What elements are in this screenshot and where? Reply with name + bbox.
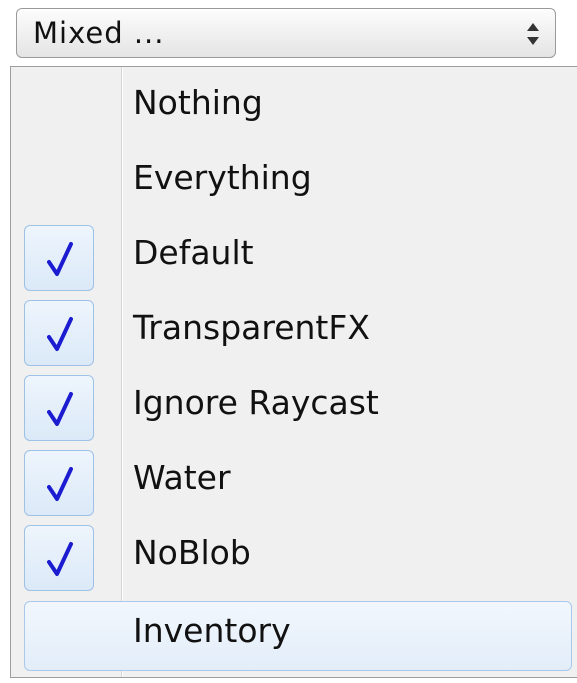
select-value: Mixed ... bbox=[33, 16, 165, 50]
menu-item-label: TransparentFX bbox=[133, 308, 370, 347]
menu-item-label: Inventory bbox=[133, 611, 291, 650]
layer-select[interactable]: Mixed ... bbox=[16, 8, 556, 58]
up-down-arrows-icon bbox=[527, 22, 539, 46]
menu-item-default[interactable]: Default bbox=[11, 223, 571, 291]
menu-item-transparentfx[interactable]: TransparentFX bbox=[11, 298, 571, 366]
checkmark-icon bbox=[47, 317, 73, 351]
checkmark-icon bbox=[47, 542, 73, 576]
checkmark-icon bbox=[47, 242, 73, 276]
menu-item-label: Nothing bbox=[133, 83, 263, 122]
checkmark-icon bbox=[47, 467, 73, 501]
menu-item-label: Everything bbox=[133, 158, 312, 197]
hover-highlight bbox=[24, 601, 572, 671]
menu-item-label: NoBlob bbox=[133, 533, 251, 572]
checkmark-box bbox=[24, 525, 94, 591]
checkmark-icon bbox=[47, 392, 73, 426]
menu-item-water[interactable]: Water bbox=[11, 448, 571, 516]
menu-item-everything[interactable]: Everything bbox=[11, 148, 571, 216]
menu-item-inventory[interactable]: Inventory bbox=[11, 601, 572, 671]
checkmark-box bbox=[24, 450, 94, 516]
menu-item-noblob[interactable]: NoBlob bbox=[11, 523, 571, 591]
checkmark-box bbox=[24, 225, 94, 291]
dropdown-menu: Nothing Everything Default TransparentFX bbox=[10, 66, 577, 678]
menu-item-label: Default bbox=[133, 233, 254, 272]
layer-mask-dropdown: Mixed ... Nothing Everything Default Tra… bbox=[0, 0, 577, 683]
menu-item-label: Ignore Raycast bbox=[133, 383, 379, 422]
checkmark-box bbox=[24, 375, 94, 441]
checkmark-box bbox=[24, 300, 94, 366]
menu-item-nothing[interactable]: Nothing bbox=[11, 73, 571, 141]
menu-item-label: Water bbox=[133, 458, 231, 497]
menu-item-ignore-raycast[interactable]: Ignore Raycast bbox=[11, 373, 571, 441]
